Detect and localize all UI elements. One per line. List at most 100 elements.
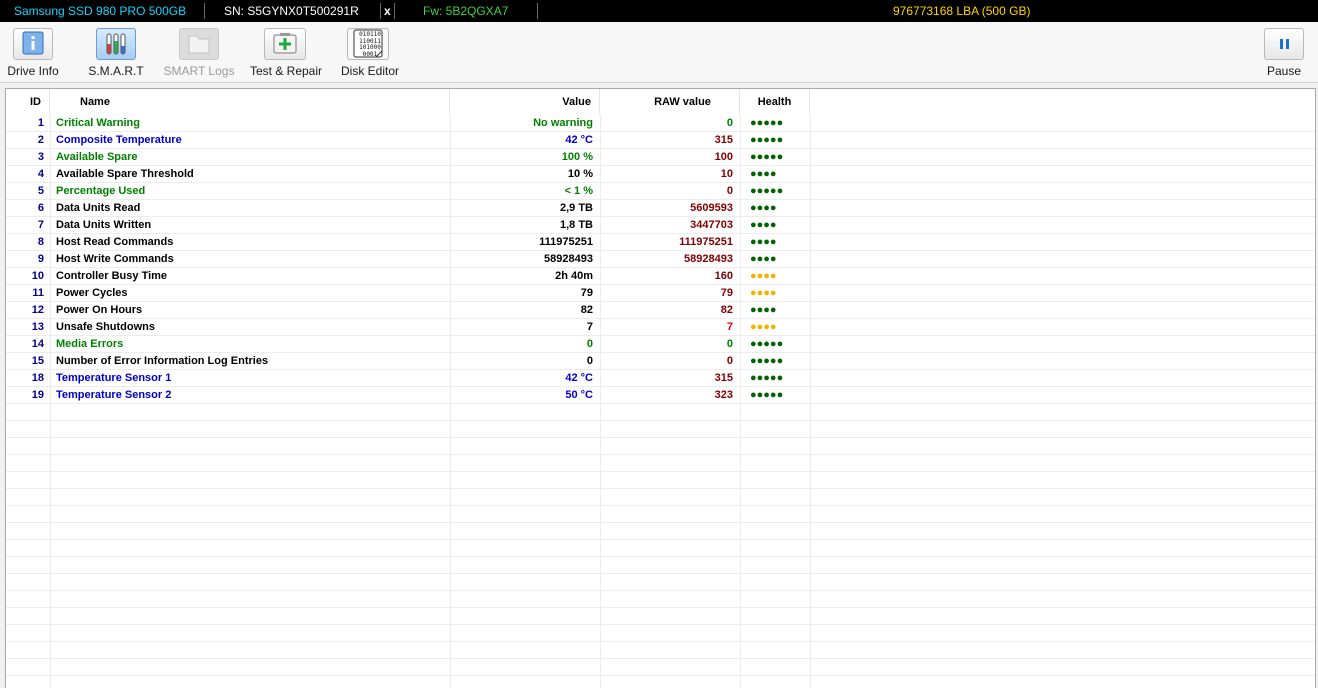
column-header-id[interactable]: ID xyxy=(6,89,50,115)
drive-model[interactable]: Samsung SSD 980 PRO 500GB xyxy=(14,0,204,22)
table-row[interactable] xyxy=(6,659,1315,676)
table-row[interactable]: 13 Unsafe Shutdowns 7 7 ●●●● xyxy=(6,319,1315,336)
toolbar: Drive Info S.M.A.R.T SMART Logs Test & R… xyxy=(0,22,1318,83)
separator xyxy=(394,3,395,19)
table-row[interactable]: 2 Composite Temperature 42 °C 315 ●●●●● xyxy=(6,132,1315,149)
attribute-id: 11 xyxy=(32,287,44,299)
smart-button[interactable]: S.M.A.R.T xyxy=(86,26,146,80)
table-row[interactable] xyxy=(6,625,1315,642)
attribute-value: 42 °C xyxy=(565,134,593,146)
table-row[interactable]: 6 Data Units Read 2,9 TB 5609593 ●●●● xyxy=(6,200,1315,217)
table-row[interactable]: 11 Power Cycles 79 79 ●●●● xyxy=(6,285,1315,302)
test-tubes-icon xyxy=(96,28,136,60)
attribute-raw-value: 7 xyxy=(726,321,733,333)
attribute-id: 4 xyxy=(37,168,44,180)
column-header-raw[interactable]: RAW value xyxy=(600,89,740,115)
table-row[interactable] xyxy=(6,438,1315,455)
table-row[interactable] xyxy=(6,404,1315,421)
attribute-id: 18 xyxy=(31,372,44,384)
attribute-id: 6 xyxy=(37,202,44,214)
separator xyxy=(537,3,538,19)
binary-document-icon: 010110 110011 101000 0001 xyxy=(347,28,389,60)
attribute-name: Unsafe Shutdowns xyxy=(56,321,156,333)
smart-logs-button[interactable]: SMART Logs xyxy=(162,26,236,80)
attribute-name: Power On Hours xyxy=(56,304,143,316)
close-button[interactable]: x xyxy=(384,0,394,22)
attribute-name: Temperature Sensor 1 xyxy=(56,372,172,384)
table-row[interactable]: 4 Available Spare Threshold 10 % 10 ●●●● xyxy=(6,166,1315,183)
attribute-name: Media Errors xyxy=(56,338,124,350)
test-repair-label: Test & Repair xyxy=(249,64,323,78)
pause-button[interactable]: Pause xyxy=(1260,26,1308,80)
table-row[interactable] xyxy=(6,455,1315,472)
test-repair-button[interactable]: Test & Repair xyxy=(246,26,326,80)
disk-editor-button[interactable]: 010110 110011 101000 0001 Disk Editor xyxy=(336,26,404,80)
attribute-name: Percentage Used xyxy=(56,185,146,197)
attribute-id: 15 xyxy=(31,355,44,367)
attribute-health: ●●●● xyxy=(750,219,777,231)
column-header-name[interactable]: Name xyxy=(50,89,450,115)
smart-logs-label: SMART Logs xyxy=(163,64,235,78)
table-row[interactable]: 5 Percentage Used < 1 % 0 ●●●●● xyxy=(6,183,1315,200)
attribute-name: Critical Warning xyxy=(56,117,140,129)
table-row[interactable] xyxy=(6,608,1315,625)
table-row[interactable]: 9 Host Write Commands 58928493 58928493 ●●●● xyxy=(6,251,1315,268)
attribute-health: ●●●● xyxy=(750,202,777,214)
table-row[interactable] xyxy=(6,489,1315,506)
attribute-raw-value: 0 xyxy=(726,355,733,367)
table-row[interactable] xyxy=(6,523,1315,540)
attribute-health: ●●●● xyxy=(750,304,777,316)
attribute-raw-value: 82 xyxy=(720,304,733,316)
attribute-raw-value: 0 xyxy=(726,338,733,350)
attribute-id: 3 xyxy=(37,151,44,163)
table-row[interactable] xyxy=(6,574,1315,591)
table-row[interactable] xyxy=(6,642,1315,659)
attribute-health: ●●●●● xyxy=(750,372,784,384)
table-row[interactable] xyxy=(6,506,1315,523)
table-row[interactable]: 15 Number of Error Information Log Entrie… xyxy=(6,353,1315,370)
table-row[interactable]: 14 Media Errors 0 0 ●●●●● xyxy=(6,336,1315,353)
attribute-name: Composite Temperature xyxy=(56,134,182,146)
table-row[interactable]: 10 Controller Busy Time 2h 40m 160 ●●●● xyxy=(6,268,1315,285)
table-row[interactable] xyxy=(6,676,1315,688)
table-row[interactable]: 8 Host Read Commands 111975251 111975251 ●●●… xyxy=(6,234,1315,251)
pause-label: Pause xyxy=(1266,64,1302,78)
table-row[interactable] xyxy=(6,557,1315,574)
table-row[interactable] xyxy=(6,540,1315,557)
attribute-value: 42 °C xyxy=(565,372,593,384)
attribute-name: Power Cycles xyxy=(56,287,128,299)
attribute-value: 111975251 xyxy=(539,236,593,248)
attribute-value: 50 °C xyxy=(565,389,593,401)
table-row[interactable] xyxy=(6,591,1315,608)
table-row[interactable]: 19 Temperature Sensor 2 50 °C 323 ●●●●● xyxy=(6,387,1315,404)
attribute-health: ●●●● xyxy=(750,236,777,248)
table-row[interactable] xyxy=(6,421,1315,438)
separator xyxy=(380,3,381,19)
attribute-value: 7 xyxy=(586,321,593,333)
attribute-id: 1 xyxy=(37,117,44,129)
attribute-id: 8 xyxy=(37,236,44,248)
drive-info-button[interactable]: Drive Info xyxy=(4,26,62,80)
smart-label: S.M.A.R.T xyxy=(88,64,144,78)
attribute-raw-value: 323 xyxy=(714,389,733,401)
table-row[interactable] xyxy=(6,472,1315,489)
column-header-health[interactable]: Health xyxy=(740,89,810,115)
attribute-health: ●●●●● xyxy=(750,389,784,401)
column-header-value[interactable]: Value xyxy=(450,89,600,115)
drive-info-label: Drive Info xyxy=(7,64,59,78)
table-row[interactable]: 18 Temperature Sensor 1 42 °C 315 ●●●●● xyxy=(6,370,1315,387)
table-row[interactable]: 1 Critical Warning No warning 0 ●●●●● xyxy=(6,115,1315,132)
drive-status-bar: Samsung SSD 980 PRO 500GB SN: S5GYNX0T50… xyxy=(0,0,1318,22)
first-aid-icon xyxy=(264,28,306,60)
attribute-raw-value: 160 xyxy=(714,270,733,282)
attribute-id: 7 xyxy=(37,219,44,231)
table-row[interactable]: 12 Power On Hours 82 82 ●●●● xyxy=(6,302,1315,319)
drive-serial: SN: S5GYNX0T500291R xyxy=(224,4,359,18)
table-row[interactable]: 7 Data Units Written 1,8 TB 3447703 ●●●● xyxy=(6,217,1315,234)
attribute-name: Host Read Commands xyxy=(56,236,174,248)
attribute-id: 2 xyxy=(37,134,44,146)
disk-editor-label: Disk Editor xyxy=(340,64,399,78)
attribute-raw-value: 10 xyxy=(720,168,733,180)
attribute-raw-value: 0 xyxy=(726,117,733,129)
table-row[interactable]: 3 Available Spare 100 % 100 ●●●●● xyxy=(6,149,1315,166)
